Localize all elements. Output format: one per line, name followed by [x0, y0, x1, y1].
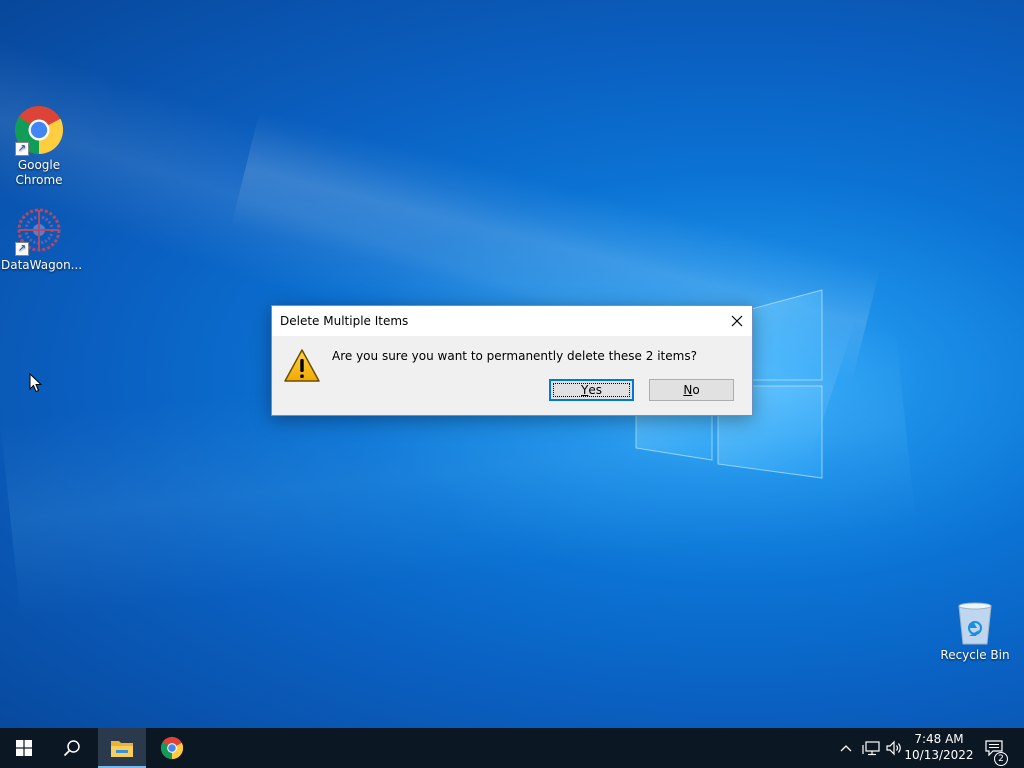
- recycle-bin-icon: [958, 602, 992, 645]
- dialog-body: Are you sure you want to permanently del…: [272, 336, 752, 415]
- no-label: o: [692, 383, 700, 397]
- volume-button[interactable]: [884, 728, 904, 768]
- mouse-pointer-icon: [29, 373, 43, 393]
- desktop-icon-google-chrome[interactable]: ↗ Google Chrome: [1, 104, 77, 188]
- network-button[interactable]: [860, 728, 882, 768]
- shortcut-arrow-icon: ↗: [15, 142, 29, 156]
- file-explorer-icon: [111, 741, 133, 757]
- focus-ring: [553, 383, 630, 397]
- desktop-icon-label: DataWagon...: [1, 258, 83, 272]
- start-button[interactable]: [0, 728, 48, 768]
- desktop-icon-label: Google: [17, 158, 61, 172]
- windows-start-icon: [16, 740, 32, 756]
- taskbar-chrome[interactable]: [148, 728, 196, 768]
- network-icon: [862, 741, 880, 756]
- close-icon: [731, 315, 743, 327]
- show-hidden-icons-button[interactable]: [836, 728, 856, 768]
- no-mnemonic: N: [683, 383, 693, 397]
- chrome-icon: [160, 736, 184, 760]
- yes-button[interactable]: Yes: [549, 379, 634, 401]
- dialog-title: Delete Multiple Items: [280, 314, 409, 328]
- desktop-icon-label: Recycle Bin: [940, 648, 1010, 662]
- taskbar-file-explorer[interactable]: [98, 728, 146, 768]
- no-button[interactable]: No: [649, 379, 734, 401]
- taskbar-clock[interactable]: 7:48 AM 10/13/2022: [904, 731, 974, 763]
- dialog-message: Are you sure you want to permanently del…: [332, 349, 697, 363]
- taskbar: 7:48 AM 10/13/2022: [0, 728, 1024, 768]
- clock-time: 7:48 AM: [914, 732, 964, 746]
- desktop-icon-datawagon[interactable]: ↗ DataWagon...: [1, 204, 83, 273]
- desktop-icon-recycle-bin[interactable]: Recycle Bin: [937, 600, 1013, 663]
- volume-icon: [886, 740, 901, 756]
- warning-icon: [284, 349, 320, 382]
- search-icon: [63, 740, 80, 757]
- close-button[interactable]: [722, 306, 752, 336]
- dialog-title-bar[interactable]: Delete Multiple Items: [272, 306, 752, 336]
- notification-count-badge: 2: [994, 752, 1008, 766]
- delete-confirmation-dialog: Delete Multiple Items Are you sure you w…: [271, 305, 753, 416]
- search-button[interactable]: [48, 728, 96, 768]
- shortcut-arrow-icon: ↗: [15, 242, 29, 256]
- desktop-icon-label: Chrome: [15, 173, 63, 187]
- clock-date: 10/13/2022: [904, 748, 974, 762]
- chevron-up-icon: [840, 745, 852, 752]
